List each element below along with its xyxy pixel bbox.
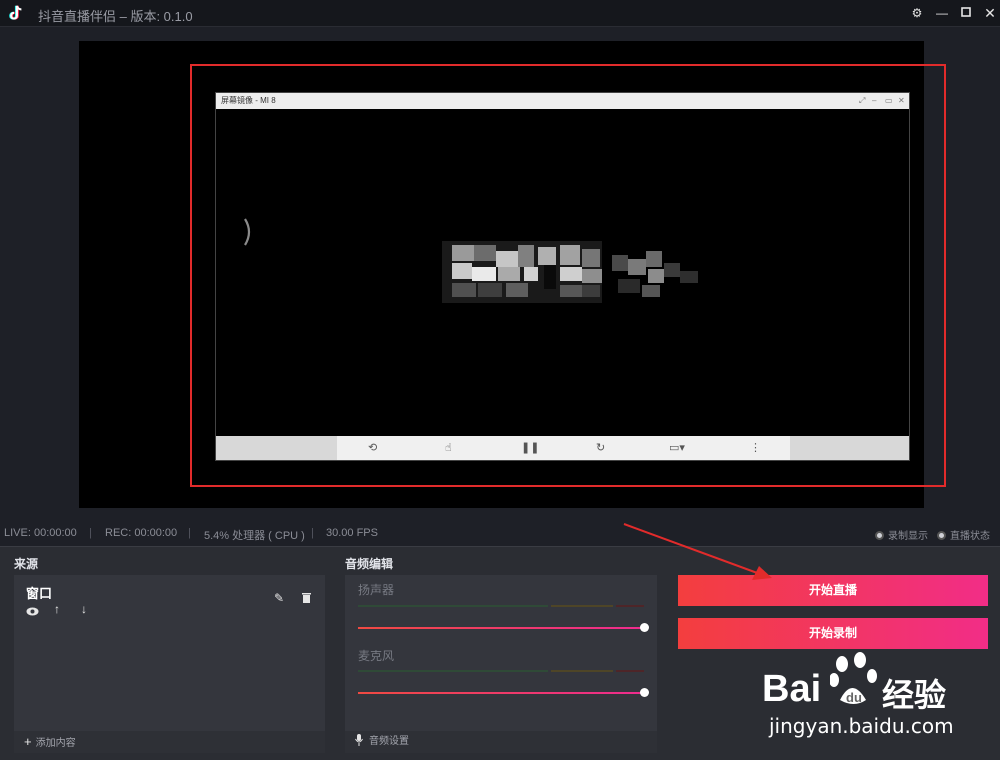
live-timer: LIVE: 00:00:00 bbox=[4, 527, 77, 539]
move-down-icon[interactable]: ↓ bbox=[81, 602, 87, 616]
move-up-icon[interactable]: ↑ bbox=[54, 602, 60, 616]
speaker-volume-slider[interactable] bbox=[358, 627, 644, 629]
cpu-usage: 5.4% 处理器 ( CPU ) bbox=[204, 530, 305, 542]
speaker-volume-knob[interactable] bbox=[639, 623, 649, 632]
rec-timer: REC: 00:00:00 bbox=[105, 527, 178, 539]
close-icon[interactable]: ✕ bbox=[981, 5, 999, 21]
eye-icon[interactable] bbox=[26, 605, 39, 619]
mic-volume-slider[interactable] bbox=[358, 692, 644, 694]
gear-icon[interactable]: ⚙ bbox=[908, 5, 926, 21]
speaker-level-meter bbox=[358, 605, 644, 607]
plus-icon: + bbox=[24, 734, 32, 749]
title-bar: 抖音直播伴侣 – 版本: 0.1.0 ⚙ — ✕ bbox=[0, 0, 1000, 27]
delete-icon[interactable] bbox=[302, 592, 311, 606]
mic-level-meter bbox=[358, 670, 644, 672]
watermark-brand-right: 经验 bbox=[882, 677, 947, 713]
status-separator: | bbox=[311, 527, 314, 539]
speaker-label: 扬声器 bbox=[358, 583, 395, 597]
live-dot-icon bbox=[937, 531, 946, 540]
start-live-button[interactable]: 开始直播 bbox=[678, 575, 988, 606]
audio-panel: 扬声器 麦克风 音频设置 bbox=[345, 575, 657, 753]
app-title: 抖音直播伴侣 – 版本: 0.1.0 bbox=[38, 9, 193, 24]
baidu-jingyan-watermark: Bai du 经验 jingyan.baidu.com bbox=[762, 648, 992, 744]
audio-title: 音频编辑 bbox=[345, 557, 394, 571]
watermark-brand-left: Bai bbox=[762, 668, 822, 710]
audio-settings-button[interactable]: 音频设置 bbox=[345, 731, 657, 753]
source-item-window[interactable]: 窗口 bbox=[26, 583, 52, 602]
sources-title: 来源 bbox=[14, 557, 39, 571]
maximize-icon[interactable] bbox=[957, 5, 975, 21]
svg-text:du: du bbox=[846, 690, 862, 705]
start-record-button[interactable]: 开始录制 bbox=[678, 618, 988, 649]
sources-panel: 窗口 ↑ ↓ ✎ + 添加内容 bbox=[14, 575, 325, 753]
status-separator: | bbox=[89, 527, 92, 539]
selection-annotation-box bbox=[190, 64, 946, 487]
recording-dot-icon bbox=[875, 531, 884, 540]
status-bar: LIVE: 00:00:00 | REC: 00:00:00 | 5.4% 处理… bbox=[0, 522, 1000, 544]
edit-icon[interactable]: ✎ bbox=[274, 591, 284, 605]
status-separator: | bbox=[188, 527, 191, 539]
mic-volume-knob[interactable] bbox=[639, 688, 649, 697]
microphone-icon bbox=[355, 734, 363, 746]
watermark-url: jingyan.baidu.com bbox=[769, 714, 954, 738]
recording-legend: 录制显示 bbox=[875, 527, 928, 542]
add-content-button[interactable]: + 添加内容 bbox=[14, 731, 325, 753]
minimize-icon[interactable]: — bbox=[933, 5, 951, 21]
fps-display: 30.00 FPS bbox=[326, 527, 378, 539]
mic-label: 麦克风 bbox=[358, 649, 395, 663]
baidu-paw-icon: du bbox=[830, 652, 877, 705]
douyin-logo-icon bbox=[9, 5, 22, 20]
live-legend: 直播状态 bbox=[937, 527, 990, 542]
